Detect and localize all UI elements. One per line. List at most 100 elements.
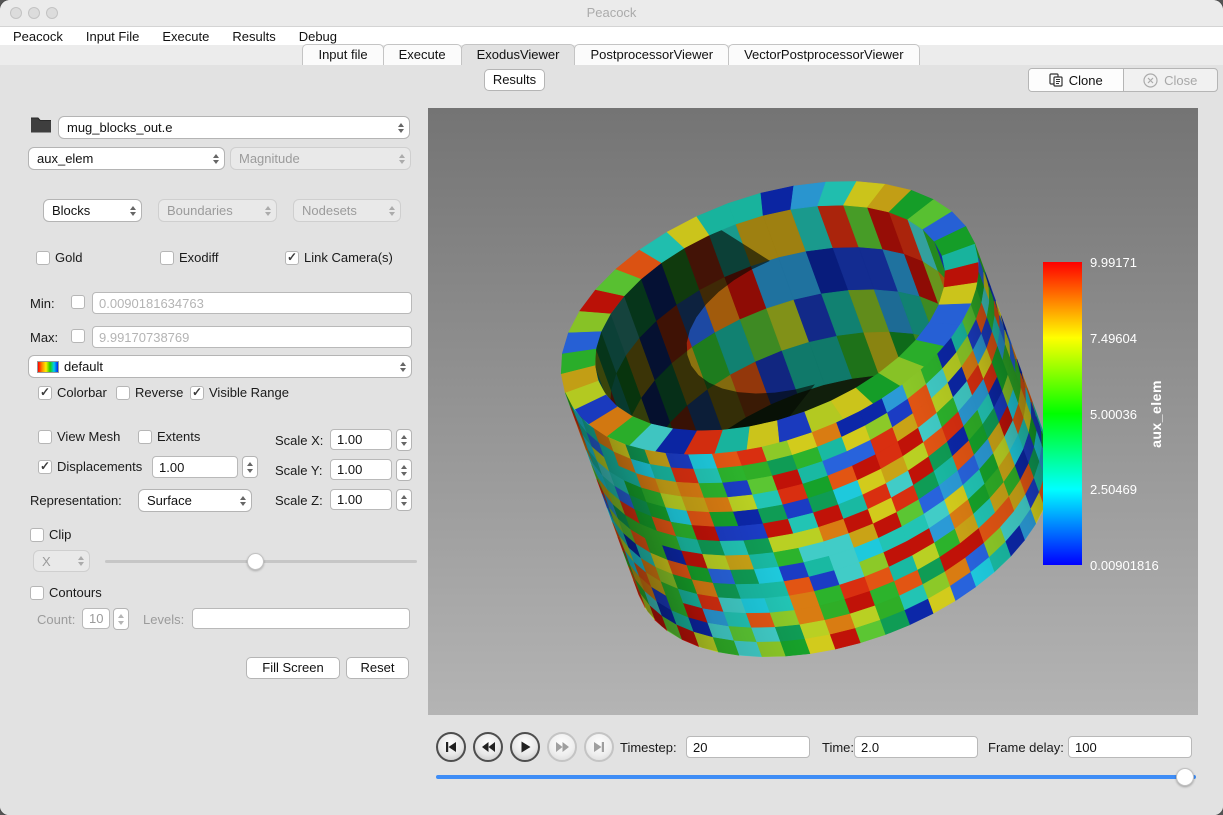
- variable-select[interactable]: aux_elem: [28, 147, 225, 170]
- blocks-select[interactable]: Blocks: [43, 199, 142, 222]
- scale-z-stepper[interactable]: [396, 489, 412, 511]
- file-select[interactable]: mug_blocks_out.e: [58, 116, 410, 139]
- colormap-select-value: default: [64, 359, 103, 374]
- close-button[interactable]: Close: [1124, 69, 1218, 91]
- tab-exodus-viewer[interactable]: ExodusViewer: [461, 44, 576, 65]
- menu-results[interactable]: Results: [232, 29, 275, 44]
- tab-strip: Input file Execute ExodusViewer Postproc…: [0, 45, 1223, 65]
- link-cameras-checkbox[interactable]: Link Camera(s): [285, 250, 393, 265]
- menu-peacock[interactable]: Peacock: [13, 29, 63, 44]
- nodesets-select-value: Nodesets: [302, 203, 357, 218]
- skip-to-start-button[interactable]: [436, 732, 466, 762]
- scale-x-label: Scale X:: [275, 433, 323, 448]
- colorbar-tick: 7.49604: [1090, 331, 1137, 346]
- checkbox-box: [30, 586, 44, 600]
- representation-label: Representation:: [30, 493, 122, 508]
- menu-execute[interactable]: Execute: [162, 29, 209, 44]
- render-viewport[interactable]: 9.991717.496045.000362.504690.00901816 a…: [428, 108, 1198, 715]
- displacements-checkbox[interactable]: Displacements: [38, 459, 142, 474]
- contours-checkbox[interactable]: Contours: [30, 585, 102, 600]
- window-title: Peacock: [0, 5, 1223, 20]
- timestep-slider-thumb[interactable]: [1176, 768, 1194, 786]
- clip-slider-thumb[interactable]: [247, 553, 264, 570]
- exodiff-checkbox[interactable]: Exodiff: [160, 250, 219, 265]
- colormap-select[interactable]: default: [28, 355, 412, 378]
- scale-z-label: Scale Z:: [275, 493, 323, 508]
- max-checkbox[interactable]: [71, 329, 85, 343]
- scale-x-stepper[interactable]: [396, 429, 412, 451]
- colorbar-title: aux_elem: [1148, 380, 1164, 448]
- timestep-input[interactable]: [686, 736, 810, 758]
- colorbar-tick: 2.50469: [1090, 482, 1137, 497]
- updown-arrows-icon: [240, 496, 246, 506]
- menu-input-file[interactable]: Input File: [86, 29, 139, 44]
- step-back-button[interactable]: [473, 732, 503, 762]
- min-checkbox[interactable]: [71, 295, 85, 309]
- reverse-checkbox[interactable]: Reverse: [116, 385, 183, 400]
- checkbox-box: [160, 251, 174, 265]
- skip-to-end-icon: [592, 740, 606, 754]
- tab-vectorpostprocessor-viewer[interactable]: VectorPostprocessorViewer: [728, 44, 919, 65]
- checkbox-box: [71, 329, 85, 343]
- peacock-window: Peacock Peacock Input File Execute Resul…: [0, 0, 1223, 815]
- displacements-stepper[interactable]: [242, 456, 258, 478]
- fast-forward-icon: [555, 740, 570, 754]
- min-input[interactable]: [92, 292, 412, 314]
- tab-postprocessor-viewer[interactable]: PostprocessorViewer: [574, 44, 729, 65]
- scale-y-label: Scale Y:: [275, 463, 322, 478]
- displacements-input[interactable]: [152, 456, 238, 478]
- play-icon: [518, 740, 532, 754]
- updown-arrows-icon: [399, 154, 405, 164]
- component-select: Magnitude: [230, 147, 411, 170]
- view-mesh-checkbox[interactable]: View Mesh: [38, 429, 120, 444]
- checkbox-box: [138, 430, 152, 444]
- clip-axis-select: X: [33, 550, 90, 572]
- count-stepper: [113, 608, 129, 630]
- representation-select[interactable]: Surface: [138, 489, 252, 512]
- colorbar-tick: 9.99171: [1090, 255, 1137, 270]
- scale-y-input[interactable]: [330, 459, 392, 480]
- count-input: [82, 608, 110, 629]
- count-label: Count:: [37, 612, 75, 627]
- updown-arrows-icon: [265, 206, 271, 216]
- tab-execute[interactable]: Execute: [383, 44, 462, 65]
- max-input[interactable]: [92, 326, 412, 348]
- extents-checkbox[interactable]: Extents: [138, 429, 200, 444]
- checkbox-box: [285, 251, 299, 265]
- max-label: Max:: [30, 330, 58, 345]
- min-label: Min:: [30, 296, 55, 311]
- close-circle-icon: [1143, 73, 1158, 88]
- updown-arrows-icon: [78, 556, 84, 566]
- colorbar-checkbox[interactable]: Colorbar: [38, 385, 107, 400]
- component-select-value: Magnitude: [239, 151, 300, 166]
- visible-range-checkbox[interactable]: Visible Range: [190, 385, 289, 400]
- scale-z-input[interactable]: [330, 489, 392, 510]
- boundaries-select-value: Boundaries: [167, 203, 233, 218]
- checkbox-box: [190, 386, 204, 400]
- clip-checkbox[interactable]: Clip: [30, 527, 71, 542]
- open-file-folder-icon[interactable]: [30, 116, 52, 134]
- reset-button[interactable]: Reset: [346, 657, 409, 679]
- scale-y-stepper[interactable]: [396, 459, 412, 481]
- mug-mesh-render: [428, 108, 1198, 715]
- checkbox-box: [116, 386, 130, 400]
- timestep-slider-track[interactable]: [436, 775, 1196, 779]
- checkbox-box: [30, 528, 44, 542]
- checkbox-box: [38, 460, 52, 474]
- title-bar: Peacock: [0, 0, 1223, 27]
- skip-to-start-icon: [444, 740, 458, 754]
- menu-bar: Peacock Input File Execute Results Debug: [0, 27, 1223, 45]
- nodesets-select: Nodesets: [293, 199, 401, 222]
- scale-x-input[interactable]: [330, 429, 392, 450]
- tab-input-file[interactable]: Input file: [302, 44, 383, 65]
- play-button[interactable]: [510, 732, 540, 762]
- menu-debug[interactable]: Debug: [299, 29, 337, 44]
- time-input[interactable]: [854, 736, 978, 758]
- frame-delay-input[interactable]: [1068, 736, 1192, 758]
- clone-button[interactable]: Clone: [1029, 69, 1124, 91]
- gold-checkbox[interactable]: Gold: [36, 250, 82, 265]
- tab-results[interactable]: Results: [484, 69, 545, 91]
- colormap-preview-icon: [37, 361, 59, 373]
- fill-screen-button[interactable]: Fill Screen: [246, 657, 340, 679]
- clone-label: Clone: [1069, 73, 1103, 88]
